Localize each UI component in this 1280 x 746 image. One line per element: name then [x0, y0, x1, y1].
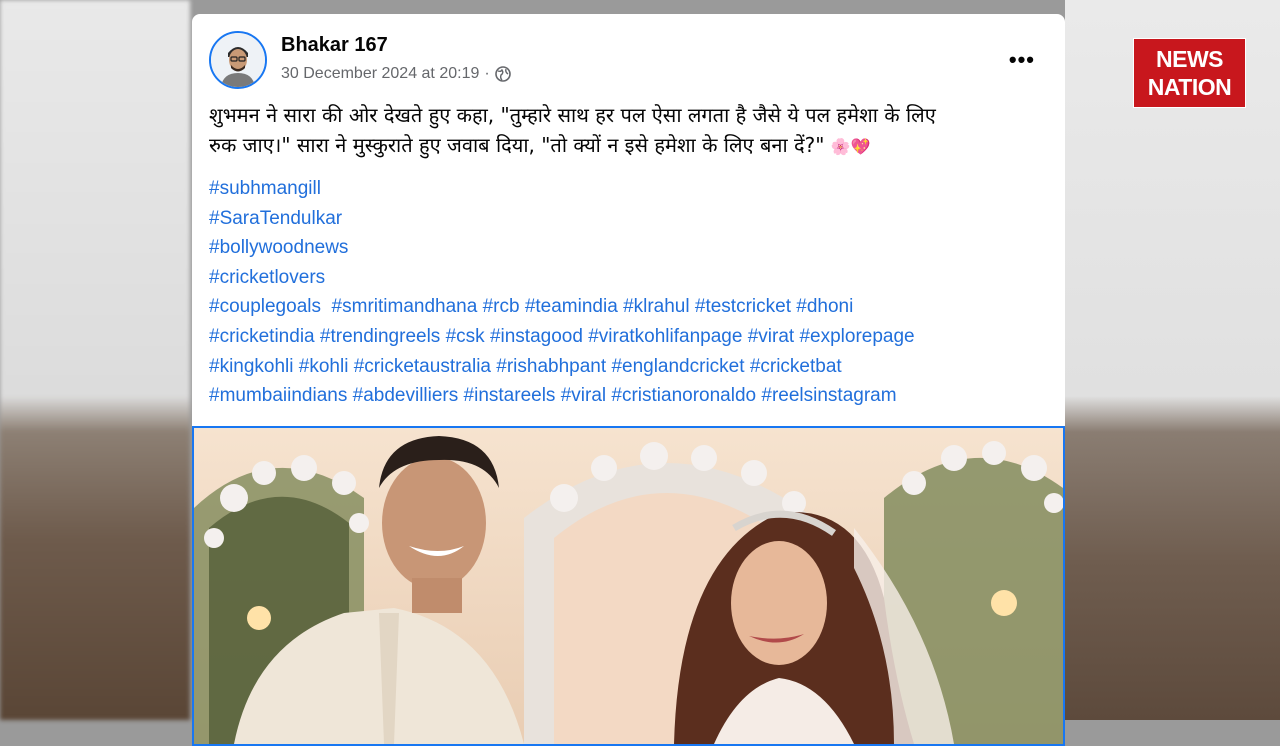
- hashtag-link[interactable]: #englandcricket: [611, 356, 744, 377]
- hashtag-line: #kingkohli #kohli #cricketaustralia #ris…: [209, 352, 1059, 382]
- caption-line-1: शुभमन ने सारा की ओर देखते हुए कहा, "तुम्…: [209, 103, 936, 127]
- hashtag-line: #couplegoals #smritimandhana #rcb #teami…: [209, 292, 1059, 322]
- hashtag-link[interactable]: #dhoni: [796, 296, 853, 317]
- hashtag-line: #subhmangill: [209, 174, 1059, 204]
- hashtag-link[interactable]: #klrahul: [623, 296, 690, 317]
- hashtag-link[interactable]: #testcricket: [695, 296, 791, 317]
- hashtag-link[interactable]: #csk: [446, 326, 485, 347]
- hashtag-link[interactable]: #cristianoronaldo: [611, 385, 756, 406]
- hashtag-link[interactable]: #rcb: [483, 296, 520, 317]
- hashtag-link[interactable]: #cricketlovers: [209, 267, 325, 288]
- caption-emojis: 🌸💖: [830, 137, 871, 156]
- hashtag-link[interactable]: #viral: [561, 385, 606, 406]
- hashtag-line: #cricketindia #trendingreels #csk #insta…: [209, 322, 1059, 352]
- hashtag-line: #bollywoodnews: [209, 233, 1059, 263]
- caption-line-2-text: रुक जाए।" सारा ने मुस्कुराते हुए जवाब दि…: [209, 133, 825, 157]
- post-caption: शुभमन ने सारा की ओर देखते हुए कहा, "तुम्…: [209, 100, 1054, 162]
- facebook-post-card: Bhakar 167 30 December 2024 at 20:19 · •…: [192, 14, 1065, 746]
- hashtag-link[interactable]: #couplegoals: [209, 296, 321, 317]
- post-photo[interactable]: [192, 426, 1065, 746]
- hashtag-link[interactable]: #abdevilliers: [353, 385, 459, 406]
- hashtag-link[interactable]: #kingkohli: [209, 356, 294, 377]
- hashtag-link[interactable]: #mumbaiindians: [209, 385, 347, 406]
- hashtag-link[interactable]: #rishabhpant: [496, 356, 606, 377]
- hashtag-link[interactable]: #virat: [748, 326, 794, 347]
- hashtag-link[interactable]: #trendingreels: [320, 326, 440, 347]
- globe-icon[interactable]: [494, 66, 511, 82]
- meta-separator: ·: [484, 65, 490, 82]
- background-left: [0, 0, 190, 720]
- hashtag-link[interactable]: #bollywoodnews: [209, 237, 348, 258]
- hashtag-link[interactable]: #cricketaustralia: [354, 356, 491, 377]
- hashtag-link[interactable]: #cricketindia: [209, 326, 315, 347]
- hashtag-link[interactable]: #teamindia: [525, 296, 618, 317]
- news-nation-logo: NEWS NATION: [1133, 38, 1246, 108]
- hashtag-link[interactable]: #instareels: [464, 385, 556, 406]
- caption-line-2: रुक जाए।" सारा ने मुस्कुराते हुए जवाब दि…: [209, 130, 1054, 162]
- post-timestamp[interactable]: 30 December 2024 at 20:19: [281, 65, 479, 83]
- post-meta: 30 December 2024 at 20:19 ·: [281, 65, 511, 83]
- more-options-icon[interactable]: •••: [1009, 47, 1035, 73]
- hashtag-link[interactable]: #explorepage: [799, 326, 914, 347]
- hashtag-link[interactable]: #cricketbat: [750, 356, 842, 377]
- hashtag-link[interactable]: #SaraTendulkar: [209, 208, 342, 229]
- hashtag-link[interactable]: #kohli: [299, 356, 349, 377]
- background-right: [1065, 0, 1280, 720]
- hashtag-line: #cricketlovers: [209, 263, 1059, 293]
- logo-line-1: NEWS: [1156, 46, 1224, 72]
- hashtag-block: #subhmangill #SaraTendulkar #bollywoodnews…: [209, 174, 1059, 411]
- hashtag-line: #SaraTendulkar: [209, 204, 1059, 234]
- hashtag-link[interactable]: #instagood: [490, 326, 583, 347]
- hashtag-link[interactable]: #smritimandhana: [332, 296, 478, 317]
- author-name[interactable]: Bhakar 167: [281, 34, 388, 57]
- hashtag-link[interactable]: #viratkohlifanpage: [588, 326, 742, 347]
- wedding-photo: [194, 428, 1063, 744]
- profile-avatar[interactable]: [209, 31, 267, 89]
- hashtag-link[interactable]: #subhmangill: [209, 178, 321, 199]
- logo-line-2: NATION: [1147, 74, 1232, 100]
- hashtag-link[interactable]: #reelsinstagram: [761, 385, 896, 406]
- hashtag-line: #mumbaiindians #abdevilliers #instareels…: [209, 381, 1059, 411]
